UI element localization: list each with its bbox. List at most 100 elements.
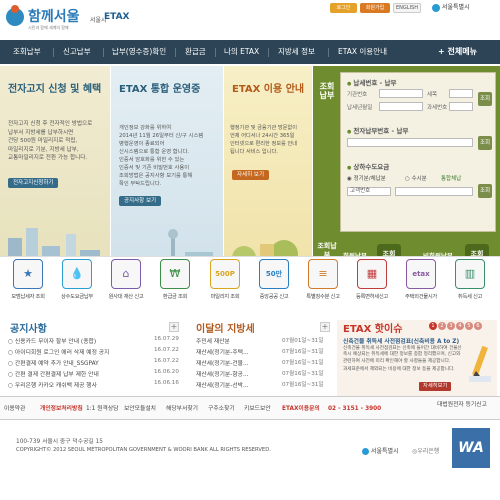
- quick-menu-item[interactable]: ⌂ 원사대 재산 신고: [104, 259, 148, 309]
- quick-menu-item[interactable]: ▥ 취득세 신고: [448, 259, 492, 309]
- logo-subtitle: 시민과 함께 세계의 함께: [28, 25, 69, 30]
- guide-detail-button[interactable]: 자세히 보기: [232, 170, 270, 180]
- seoul-city-name: 서울특별시: [442, 4, 470, 11]
- quick-menu-item[interactable]: etax 주택외건물시가: [399, 259, 443, 309]
- hot-issue-headline[interactable]: 신축건물 취득세 사전점검표(신축비용 A to Z): [343, 336, 459, 345]
- monthly-tax-item[interactable]: 재산세(정기분-주택...: [196, 347, 249, 356]
- login-button[interactable]: 로그인: [330, 3, 357, 13]
- hot-issue-page-button[interactable]: 4: [456, 322, 464, 330]
- quick-menu-item[interactable]: ★ 모범납세자 조회: [6, 259, 50, 309]
- hot-issue-page-button[interactable]: 1: [429, 322, 437, 330]
- hot-issue-title: ETAX 핫이슈: [343, 324, 403, 335]
- section-electronic-number: 전자납부번호 - 납부: [347, 125, 408, 135]
- customer-number-input[interactable]: [395, 187, 473, 196]
- logo[interactable]: 함께서울 시민과 함께 세계의 함께 서울시 ETAX: [6, 4, 130, 34]
- monthly-more-button[interactable]: +: [320, 322, 330, 332]
- tax-class-label: 과세번호: [427, 105, 448, 111]
- radio-occasional-label: 수시분: [411, 176, 427, 182]
- monthly-tax-item[interactable]: 주민세 재산분: [196, 336, 230, 345]
- english-button[interactable]: ENGLISH: [393, 3, 421, 13]
- footer-link[interactable]: 해당부서찾기: [166, 397, 198, 421]
- nav-item-refund[interactable]: 환급금: [185, 40, 206, 64]
- notice-item[interactable]: ○ 간편 결제 간편결제 납부 제한 안내: [8, 369, 99, 378]
- customer-number-select[interactable]: 고객번호: [347, 187, 391, 196]
- etax-guide-description: 행정기관 및 금융기관 방문없이 언제 어디서나 24시간 365일 인터넷으로…: [230, 125, 297, 155]
- monthly-tax-period: 07월16일~31일: [282, 360, 324, 366]
- footer-link[interactable]: 키보드보안: [244, 397, 271, 421]
- electronic-lookup-button[interactable]: 조회: [478, 136, 492, 150]
- notice-item[interactable]: ○ 우리은행 카카오 캐쉬백 제공 행사: [8, 380, 97, 389]
- e-notice-apply-button[interactable]: 전자고지신청하기: [8, 178, 59, 188]
- document-icon: ≡: [308, 259, 338, 289]
- nav-item-inquiry-payment[interactable]: 조회납부: [13, 40, 41, 64]
- org-number-input[interactable]: [379, 89, 423, 98]
- nav-divider: [215, 48, 216, 57]
- footer-link[interactable]: ETAX이용문의: [282, 397, 320, 421]
- footer-link[interactable]: 1:1 원격상담: [86, 397, 119, 421]
- etax-guide-title: ETAX 이용 안내: [232, 84, 305, 95]
- monthly-tax-period: 07월16일~31일: [282, 382, 324, 388]
- hot-issue-detail-button[interactable]: 자세히보기: [419, 382, 452, 391]
- footer-link[interactable]: 구주소찾기: [208, 397, 235, 421]
- hot-issue-page-button[interactable]: 2: [438, 322, 446, 330]
- logo-etax: ETAX: [104, 12, 130, 22]
- all-menu-button[interactable]: + 전체메뉴: [438, 40, 477, 64]
- etax-icon: etax: [406, 259, 436, 289]
- quick-menu-item[interactable]: 50만 중앙공공 신고: [252, 259, 296, 309]
- main-nav: 조회납부 신고납부 납부(영수증)확인 환급금 나의 ETAX 지방세 정보 E…: [0, 40, 500, 64]
- hot-issue-page-button[interactable]: 6: [474, 322, 482, 330]
- nav-item-etax-guide[interactable]: ETAX 이용안내: [338, 40, 387, 64]
- seoul-city-logo[interactable]: 서울특별시: [432, 2, 496, 14]
- tax-class-input[interactable]: [449, 102, 473, 111]
- tax-lookup-form: 납세번호 - 납부 기관번호 세목 납세년월일 과세번호 조회 전자납부번호 -…: [340, 72, 496, 232]
- org-number-label: 기관번호: [347, 92, 368, 98]
- quick-menu-item[interactable]: 💧 상수도요금납부: [55, 259, 99, 309]
- footer: 100-739 서울시 중구 덕수궁길 15 COPYRIGHT© 2012 S…: [0, 420, 500, 500]
- tax-item-label: 세목: [427, 92, 438, 98]
- notice-date: 16.06.20: [154, 369, 179, 375]
- notice-date: 16.06.16: [154, 380, 179, 386]
- monthly-tax-period: 07월16일~31일: [282, 371, 324, 377]
- hot-issue-page-button[interactable]: 5: [465, 322, 473, 330]
- monthly-tax-period: 07월01일~31일: [282, 338, 324, 344]
- quick-menu-label: 마일리지 조회: [210, 294, 240, 300]
- quick-menu-item[interactable]: ≡ 특별징수분 신고: [301, 259, 345, 309]
- quick-menu-item[interactable]: 500P 마일리지 조회: [203, 259, 247, 309]
- radio-integrated[interactable]: 통합체납: [441, 174, 461, 182]
- footer-link[interactable]: 보안모듈설치: [124, 397, 156, 421]
- quick-menu-item[interactable]: ▦ 등록면허세신고: [350, 259, 394, 309]
- water-icon: 💧: [62, 259, 92, 289]
- footer-seoul-logo: 서울특별시: [362, 446, 399, 455]
- tax-date-input[interactable]: [379, 102, 423, 111]
- footer-link[interactable]: 개인정보처리방침: [40, 397, 83, 421]
- building-icon: ▥: [455, 259, 485, 289]
- tax-item-input[interactable]: [449, 89, 473, 98]
- electronic-number-input[interactable]: [347, 138, 473, 147]
- footer-link[interactable]: 이용약관: [4, 397, 25, 421]
- seoul-symbol-icon: [432, 3, 440, 12]
- notice-item[interactable]: ○ 아이디회원 로그인 에러 삭제 예정 공지: [8, 347, 109, 356]
- nav-item-my-etax[interactable]: 나의 ETAX: [224, 40, 259, 64]
- radio-occasional[interactable]: ○ 수시분: [405, 174, 427, 182]
- nav-item-local-tax-info[interactable]: 지방세 정보: [278, 40, 315, 64]
- money-icon: ₩: [160, 259, 190, 289]
- etax-integration-description: 개인정보 강화를 위하여 2014년 11월 26일부터 신/구 시스템 병행운…: [119, 125, 204, 187]
- quick-menu-item[interactable]: ₩ 환급금 조회: [153, 259, 197, 309]
- notice-view-button[interactable]: 공지사항 보기: [119, 196, 162, 206]
- notice-more-button[interactable]: +: [169, 322, 179, 332]
- monthly-tax-item[interactable]: 재산세(정기분-항공...: [196, 369, 249, 378]
- radio-regular[interactable]: ◉ 정기분/체납분: [347, 174, 386, 182]
- hot-issue-page-button[interactable]: 3: [447, 322, 455, 330]
- footer-address: 100-739 서울시 중구 덕수궁길 15: [16, 439, 103, 445]
- tax-number-lookup-button[interactable]: 조회: [478, 92, 492, 106]
- notice-item[interactable]: ○ 신용카드 무이자 할부 안내 (종합): [8, 336, 96, 345]
- join-button[interactable]: 회원가입: [360, 3, 390, 13]
- monthly-tax-item[interactable]: 재산세(정기분-건물...: [196, 358, 249, 367]
- nav-item-receipt[interactable]: 납부(영수증)확인: [112, 40, 166, 64]
- water-lookup-button[interactable]: 조회: [478, 184, 492, 198]
- notice-item[interactable]: ○ 간편결제 예약 추가 안내_SSGPAY: [8, 358, 99, 367]
- footer-link[interactable]: 02 - 3151 - 3900: [328, 397, 381, 421]
- tax-date-label: 납세년월일: [347, 105, 373, 111]
- nav-item-report-payment[interactable]: 신고납부: [63, 40, 91, 64]
- monthly-tax-item[interactable]: 재산세(정기분-선박...: [196, 380, 249, 389]
